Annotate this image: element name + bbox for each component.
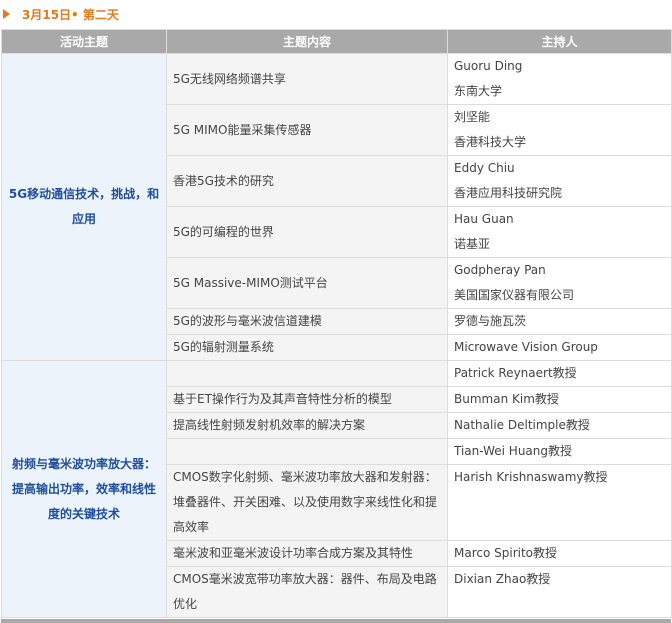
column-header-theme: 活动主题 <box>1 29 167 54</box>
host-name: Microwave Vision Group <box>454 340 598 354</box>
topic-text: CMOS毫米波宽带功率放大器：器件、布局及电路优化 <box>173 572 437 611</box>
column-header-host: 主持人 <box>447 29 672 54</box>
topic-text: 5G的波形与毫米波信道建模 <box>173 314 322 328</box>
host-name: Bumman Kim教授 <box>454 392 559 406</box>
topic-text: CMOS数字化射频、毫米波功率放大器和发射器：堆叠器件、开关困难、以及使用数字来… <box>173 470 438 534</box>
host-name: Marco Spirito教授 <box>454 546 558 560</box>
host-name: Patrick Reynaert教授 <box>454 366 577 380</box>
host-name: 罗德与施瓦茨 <box>454 314 527 328</box>
topic-cell: 5G Massive-MIMO测试平台 <box>166 257 448 309</box>
topic-text: 提高线性射频发射机效率的解决方案 <box>173 418 366 432</box>
host-cell: Dixian Zhao教授 <box>447 566 672 618</box>
host-cell: Harish Krishnaswamy教授 <box>447 464 672 541</box>
table-row: 射频与毫米波功率放大器：提高输出功率，效率和线性度的关键技术 Patrick R… <box>1 360 672 618</box>
session-theme-text: 5G移动通信技术，挑战，和应用 <box>8 187 160 226</box>
host-name: Harish Krishnaswamy教授 <box>454 470 608 484</box>
host-name: Guoru Ding <box>454 59 523 73</box>
host-cell: Guoru Ding 东南大学 <box>447 53 672 105</box>
topic-text: 香港5G技术的研究 <box>173 173 274 188</box>
topic-text: 5G无线网络频谱共享 <box>173 71 286 86</box>
host-org: 香港科技大学 <box>454 135 527 149</box>
table-row: 5G移动通信技术，挑战，和应用 5G无线网络频谱共享 Guoru Ding 东南… <box>1 53 672 361</box>
host-name: Tian-Wei Huang教授 <box>454 444 572 458</box>
topic-cell: 5G无线网络频谱共享 <box>166 53 448 105</box>
host-name: Eddy Chiu <box>454 161 515 175</box>
host-name: Dixian Zhao教授 <box>454 572 551 586</box>
topic-text: 5G的辐射测量系统 <box>173 340 274 354</box>
agenda-table: 活动主题 主题内容 主持人 5G移动通信技术，挑战，和应用 5G无线网络频谱共享… <box>1 29 672 618</box>
topic-cell: 5G的波形与毫米波信道建模 <box>166 308 448 335</box>
topic-cell: CMOS毫米波宽带功率放大器：器件、布局及电路优化 <box>166 566 448 618</box>
host-org: 东南大学 <box>454 84 503 98</box>
host-org: 美国国家仪器有限公司 <box>454 288 575 302</box>
table-header-row: 活动主题 主题内容 主持人 <box>1 29 672 54</box>
host-cell: Nathalie Deltimple教授 <box>447 412 672 439</box>
host-cell: Eddy Chiu 香港应用科技研究院 <box>447 155 672 207</box>
host-cell: 刘坚能 香港科技大学 <box>447 104 672 156</box>
host-cell: Bumman Kim教授 <box>447 386 672 413</box>
day-title: 3月15日• 第二天 <box>22 8 119 22</box>
host-name: Godpheray Pan <box>454 263 546 277</box>
topic-cell: 基于ET操作行为及其声音特性分析的模型 <box>166 386 448 413</box>
topic-cell <box>166 438 448 465</box>
topic-cell: 5G的辐射测量系统 <box>166 334 448 361</box>
host-name: Hau Guan <box>454 212 514 226</box>
host-cell: Tian-Wei Huang教授 <box>447 438 672 465</box>
topic-text: 毫米波和亚毫米波设计功率合成方案及其特性 <box>173 546 414 560</box>
topic-text: 基于ET操作行为及其声音特性分析的模型 <box>173 392 392 406</box>
column-header-topic: 主题内容 <box>166 29 448 54</box>
day-header: 3月15日• 第二天 <box>0 0 672 28</box>
host-cell: Hau Guan 诺基亚 <box>447 206 672 258</box>
session-theme: 5G移动通信技术，挑战，和应用 <box>1 53 167 361</box>
topic-cell: 5G MIMO能量采集传感器 <box>166 104 448 156</box>
topic-cell: 5G的可编程的世界 <box>166 206 448 258</box>
host-cell: Marco Spirito教授 <box>447 540 672 567</box>
topic-cell: 香港5G技术的研究 <box>166 155 448 207</box>
host-name: Nathalie Deltimple教授 <box>454 418 590 432</box>
topic-cell: 提高线性射频发射机效率的解决方案 <box>166 412 448 439</box>
host-cell: Godpheray Pan 美国国家仪器有限公司 <box>447 257 672 309</box>
topic-text: 5G的可编程的世界 <box>173 224 274 239</box>
host-org: 诺基亚 <box>454 237 491 251</box>
table-footer-bar <box>1 619 671 623</box>
topic-cell <box>166 360 448 387</box>
arrow-right-icon <box>3 9 10 19</box>
topic-cell: 毫米波和亚毫米波设计功率合成方案及其特性 <box>166 540 448 567</box>
topic-cell: CMOS数字化射频、毫米波功率放大器和发射器：堆叠器件、开关困难、以及使用数字来… <box>166 464 448 541</box>
host-cell: Microwave Vision Group <box>447 334 672 361</box>
topic-text: 5G Massive-MIMO测试平台 <box>173 275 328 290</box>
session-theme: 射频与毫米波功率放大器：提高输出功率，效率和线性度的关键技术 <box>1 360 167 618</box>
host-cell: 罗德与施瓦茨 <box>447 308 672 335</box>
host-name: 刘坚能 <box>454 110 491 124</box>
host-org: 香港应用科技研究院 <box>454 186 563 200</box>
host-cell: Patrick Reynaert教授 <box>447 360 672 387</box>
topic-text: 5G MIMO能量采集传感器 <box>173 122 312 137</box>
session-theme-text: 射频与毫米波功率放大器：提高输出功率，效率和线性度的关键技术 <box>11 456 156 521</box>
